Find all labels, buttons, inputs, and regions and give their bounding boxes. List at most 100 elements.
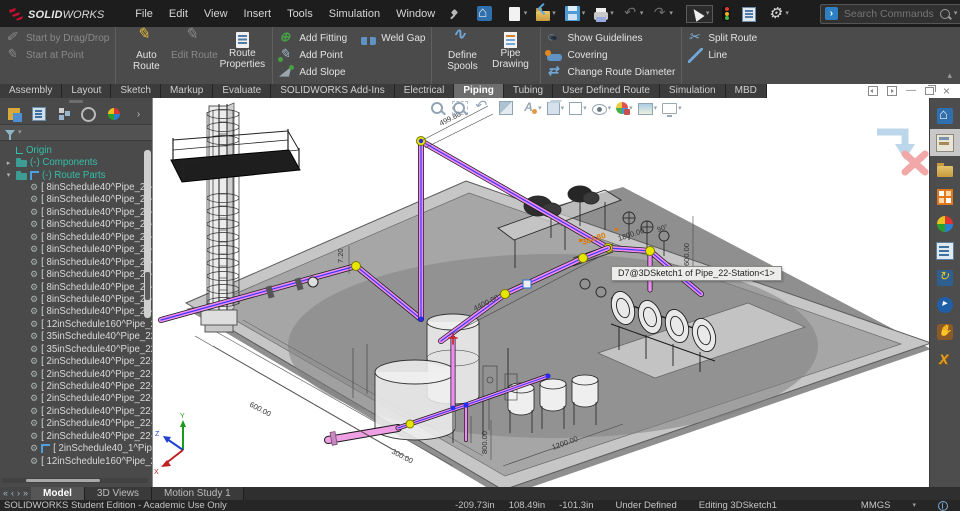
zoom-to-fit-icon[interactable]: ▾	[431, 102, 448, 114]
evaluate-button[interactable]	[739, 4, 759, 24]
edit-appearance-icon[interactable]: ▾	[616, 101, 633, 114]
undo-icon[interactable]: ▾	[620, 4, 647, 23]
menu-item[interactable]: Window	[389, 6, 442, 22]
command-tab[interactable]: Evaluate	[213, 84, 271, 98]
tree-item[interactable]: ⚙ [ 2inSchedule40^Pipe_22-S	[0, 430, 152, 442]
tab-featuremanager[interactable]	[2, 105, 25, 123]
select-tool-button[interactable]: ▾	[686, 5, 714, 23]
menu-item[interactable]: Insert	[237, 6, 279, 22]
scrollbar-thumb[interactable]	[26, 479, 100, 482]
command-tab[interactable]: User Defined Route	[553, 84, 660, 98]
panel-tabs-overflow[interactable]: ›	[127, 105, 150, 123]
command-tab[interactable]: MBD	[726, 84, 767, 98]
menu-item[interactable]: Tools	[280, 6, 320, 22]
redo-icon[interactable]: ▾	[649, 4, 676, 23]
start-at-point-button[interactable]: Start at Point	[6, 47, 109, 64]
last-tab-icon[interactable]: »	[23, 489, 28, 498]
tree-item[interactable]: ⚙ [ 8inSchedule40^Pipe_22-S	[0, 206, 152, 218]
tree-item[interactable]: ⚙ [ 8inSchedule40^Pipe_22-S	[0, 281, 152, 293]
tree-item[interactable]: ⚙ [ 35inSchedule40^Pipe_22-	[0, 331, 152, 343]
model-tab[interactable]: Motion Study 1	[152, 487, 244, 500]
units-caret-icon[interactable]: ▾	[912, 502, 916, 509]
next-window-icon[interactable]	[887, 86, 897, 96]
command-tab[interactable]: Piping	[454, 84, 504, 98]
pipe-drawing-button[interactable]: Pipe Drawing	[486, 30, 534, 82]
auto-route-button[interactable]: Auto Route	[122, 30, 170, 82]
define-spools-button[interactable]: Define Spools	[438, 30, 486, 82]
tree-item[interactable]: ⚙ [ 12inSchedule160^Pipe_22	[0, 318, 152, 330]
appearances-scenes-icon[interactable]	[930, 210, 960, 237]
model-tab[interactable]: Model	[31, 487, 85, 500]
tree-item[interactable]: ▸ (-) Components	[0, 156, 152, 168]
tree-item[interactable]: ⚙ [ 35inSchedule40^Pipe_22-	[0, 343, 152, 355]
view-settings-icon[interactable]: ▾	[662, 101, 682, 114]
previous-view-icon[interactable]: ▾	[474, 100, 494, 115]
command-tab[interactable]: Layout	[62, 84, 111, 98]
command-tab[interactable]: Simulation	[660, 84, 726, 98]
apply-scene-icon[interactable]: ▾	[638, 101, 658, 115]
solidworks-forum-icon[interactable]	[930, 291, 960, 318]
search-icon[interactable]	[940, 9, 950, 19]
doc-close-icon[interactable]: ×	[943, 85, 950, 97]
menu-item[interactable]: Edit	[162, 6, 195, 22]
tree-item[interactable]: ⚙ [ 2inSchedule40_1^Pipe	[0, 443, 152, 455]
tree-item[interactable]: ⚙ [ 8inSchedule40^Pipe_22-S	[0, 256, 152, 268]
save-icon[interactable]: ▾	[562, 4, 589, 23]
command-tab[interactable]: Assembly	[0, 84, 62, 98]
interference-button[interactable]	[719, 4, 733, 23]
command-tab[interactable]: Electrical	[395, 84, 455, 98]
tree-item[interactable]: ⚙ [ 2inSchedule40^Pipe_22-S	[0, 355, 152, 367]
menu-item[interactable]: File	[128, 6, 160, 22]
add-fitting-button[interactable]: Add Fitting	[279, 30, 347, 47]
search-box[interactable]: › ▾	[820, 4, 960, 24]
tree-filter[interactable]: ▾	[0, 125, 152, 141]
home-icon[interactable]: ▾	[474, 4, 501, 23]
change-route-diameter-button[interactable]: Change Route Diameter	[547, 64, 675, 81]
confirmation-corner[interactable]	[877, 132, 925, 172]
edit-route-button[interactable]: Edit Route	[170, 30, 218, 82]
new-document-icon[interactable]: ▾	[504, 5, 531, 23]
line-button[interactable]: Line	[688, 47, 757, 64]
search-caret-icon[interactable]: ▾	[954, 10, 958, 17]
model-tab[interactable]: 3D Views	[85, 487, 152, 500]
doc-restore-icon[interactable]	[925, 87, 934, 95]
tree-vertical-scrollbar[interactable]	[144, 150, 151, 318]
tree-item[interactable]: ⚙ [ 8inSchedule40^Pipe_22-S	[0, 231, 152, 243]
view-palette-icon[interactable]	[930, 183, 960, 210]
print-icon[interactable]: ▾	[591, 6, 617, 22]
next-tab-icon[interactable]: ›	[17, 489, 20, 498]
weld-gap-button[interactable]: Weld Gap	[361, 30, 425, 47]
open-icon[interactable]: ▾	[533, 5, 559, 23]
command-tab[interactable]: Sketch	[111, 84, 161, 98]
previous-window-icon[interactable]	[868, 86, 878, 96]
tree-horizontal-scrollbar[interactable]	[2, 478, 148, 483]
search-input[interactable]	[842, 7, 936, 21]
first-tab-icon[interactable]: «	[3, 489, 8, 498]
command-tab[interactable]: Tubing	[504, 84, 553, 98]
panel-splitter-handle[interactable]	[69, 100, 83, 103]
show-guidelines-button[interactable]: Show Guidelines	[547, 30, 675, 47]
split-route-button[interactable]: Split Route	[688, 30, 757, 47]
tree-item[interactable]: ⚙ [ 8inSchedule40^Pipe_22-S	[0, 194, 152, 206]
doc-minimize-icon[interactable]: —	[906, 86, 916, 96]
ribbon-collapse-icon[interactable]: ▴	[947, 70, 960, 84]
section-view-icon[interactable]: ▾	[499, 100, 518, 115]
annotation-views-icon[interactable]: ▾	[522, 100, 542, 115]
tree-item[interactable]: ⚙ [ 8inSchedule40^Pipe_22-S	[0, 244, 152, 256]
prev-tab-icon[interactable]: ‹	[11, 489, 14, 498]
hand-tool-icon[interactable]	[930, 318, 960, 345]
globe-icon[interactable]	[938, 501, 948, 511]
tree-item[interactable]: ⚙ [ 2inSchedule40^Pipe_22-S	[0, 405, 152, 417]
tree-item[interactable]: ⚙ [ 8inSchedule40^Pipe_22-S	[0, 268, 152, 280]
tree-item[interactable]: ⚙ [ 8inSchedule40^Pipe_22-S	[0, 306, 152, 318]
design-library-icon[interactable]	[930, 129, 960, 156]
add-point-button[interactable]: Add Point	[279, 47, 425, 64]
hide-show-items-icon[interactable]: ▾	[592, 101, 612, 115]
command-tab[interactable]: SOLIDWORKS Add-Ins	[271, 84, 394, 98]
menu-item[interactable]: Simulation	[322, 6, 387, 22]
tree-item[interactable]: ⚙ [ 8inSchedule40^Pipe_22-S	[0, 181, 152, 193]
zoom-to-area-icon[interactable]: ▾	[453, 102, 470, 114]
tab-propertymanager[interactable]	[27, 105, 50, 123]
menu-item[interactable]: View	[197, 6, 235, 22]
units-selector[interactable]: MMGS	[861, 500, 891, 511]
